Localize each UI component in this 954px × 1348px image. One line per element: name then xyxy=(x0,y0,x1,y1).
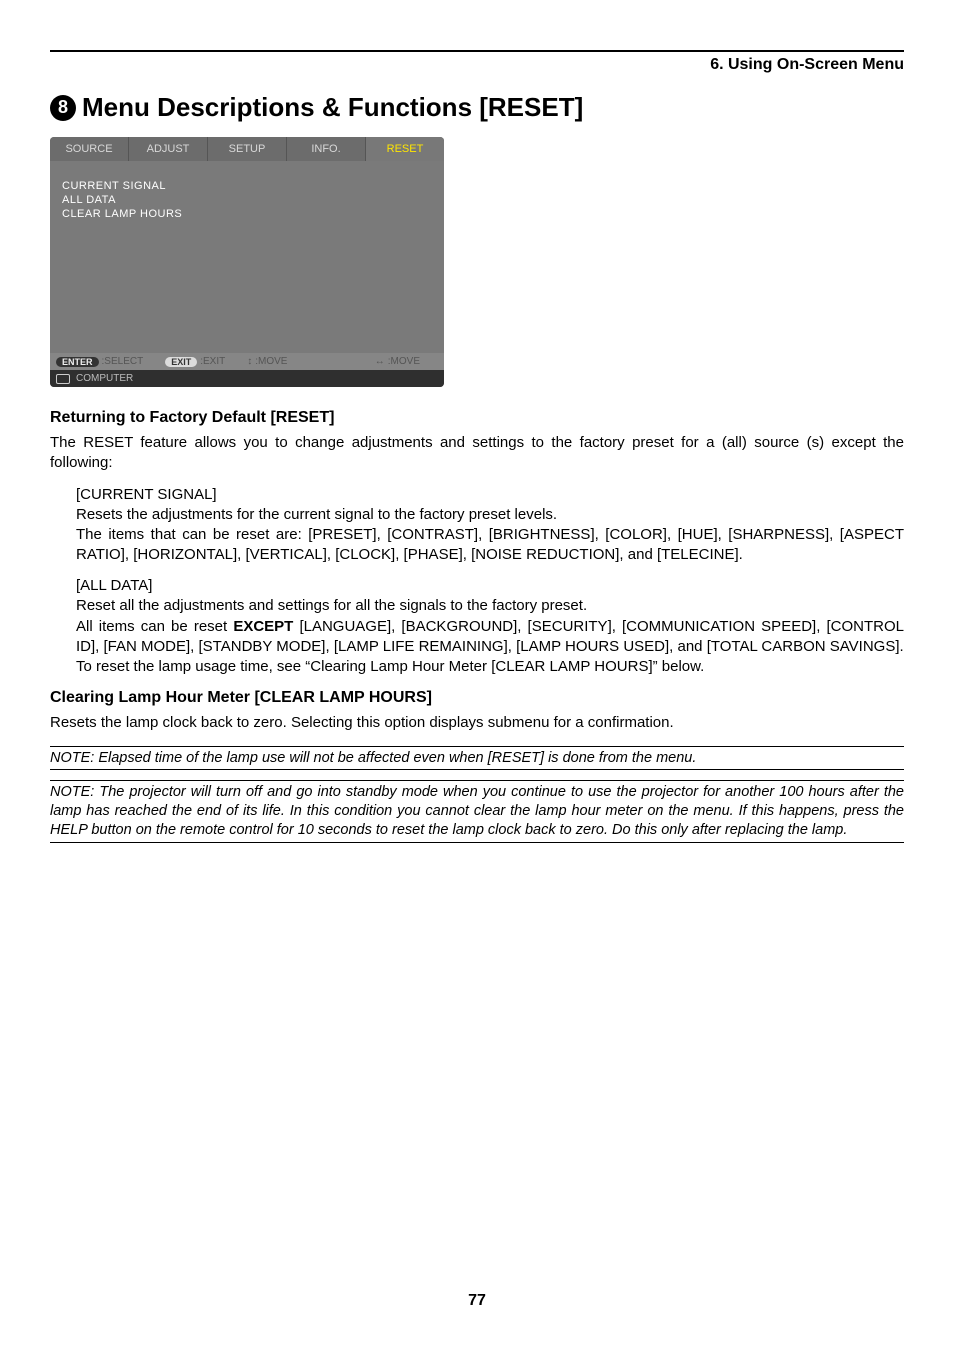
osd-tab-info[interactable]: INFO. xyxy=(287,137,366,161)
osd-tab-reset[interactable]: RESET xyxy=(366,137,444,161)
screen-icon xyxy=(56,374,70,384)
updown-icon: ↕ xyxy=(247,356,252,367)
osd-item-clear-lamp-hours[interactable]: CLEAR LAMP HOURS xyxy=(62,207,432,221)
chapter-header: 6. Using On-Screen Menu xyxy=(50,56,904,74)
osd-source-bar: COMPUTER xyxy=(50,370,444,387)
updown-label: :MOVE xyxy=(255,356,287,367)
osd-tab-setup[interactable]: SETUP xyxy=(208,137,287,161)
reset-intro: The RESET feature allows you to change a… xyxy=(50,433,904,474)
cs-line1: Resets the adjustments for the current s… xyxy=(76,506,557,523)
ad-line1: Reset all the adjustments and settings f… xyxy=(76,597,587,614)
leftright-icon: ↔ xyxy=(375,356,385,367)
subhead-reset: Returning to Factory Default [RESET] xyxy=(50,409,904,427)
cs-heading: [CURRENT SIGNAL] xyxy=(76,486,904,503)
osd-source-name: COMPUTER xyxy=(76,373,133,384)
cs-line2: The items that can be reset are: [PRESET… xyxy=(76,526,904,563)
subhead-clear-lamp: Clearing Lamp Hour Meter [CLEAR LAMP HOU… xyxy=(50,689,904,707)
section-title: 8 Menu Descriptions & Functions [RESET] xyxy=(50,92,904,123)
exit-badge: EXIT xyxy=(165,357,197,367)
ad-except: EXCEPT xyxy=(233,618,293,635)
header-rule xyxy=(50,50,904,52)
cs-text: Resets the adjustments for the current s… xyxy=(76,505,904,566)
leftright-label: :MOVE xyxy=(388,356,420,367)
osd-legend-bar: ENTER:SELECT EXIT:EXIT ↕:MOVE ↔:MOVE xyxy=(50,353,444,370)
ad-heading: [ALL DATA] xyxy=(76,577,904,594)
ad-line2a: All items can be reset xyxy=(76,618,233,635)
osd-menu-screenshot: SOURCE ADJUST SETUP INFO. RESET CURRENT … xyxy=(50,137,444,387)
page-number: 77 xyxy=(0,1292,954,1310)
enter-badge: ENTER xyxy=(56,357,99,367)
osd-tab-adjust[interactable]: ADJUST xyxy=(129,137,208,161)
ad-text: Reset all the adjustments and settings f… xyxy=(76,596,904,677)
osd-item-all-data[interactable]: ALL DATA xyxy=(62,193,432,207)
section-title-text: Menu Descriptions & Functions [RESET] xyxy=(82,92,583,123)
note-2: NOTE: The projector will turn off and go… xyxy=(50,780,904,843)
ad-line3: To reset the lamp usage time, see “Clear… xyxy=(76,658,704,675)
osd-tabs: SOURCE ADJUST SETUP INFO. RESET xyxy=(50,137,444,161)
osd-item-current-signal[interactable]: CURRENT SIGNAL xyxy=(62,179,432,193)
exit-label: :EXIT xyxy=(200,356,225,367)
note-1: NOTE: Elapsed time of the lamp use will … xyxy=(50,746,904,771)
enter-label: :SELECT xyxy=(102,356,144,367)
clear-lamp-text: Resets the lamp clock back to zero. Sele… xyxy=(50,713,904,733)
osd-body: CURRENT SIGNAL ALL DATA CLEAR LAMP HOURS xyxy=(50,161,444,353)
section-number-badge: 8 xyxy=(50,95,76,121)
osd-tab-source[interactable]: SOURCE xyxy=(50,137,129,161)
